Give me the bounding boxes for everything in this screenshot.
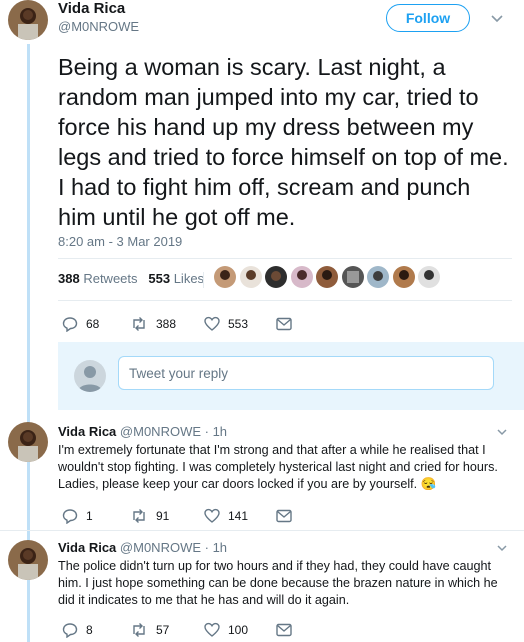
retweet-button[interactable]: 388 xyxy=(130,316,204,332)
reply-actions: 1 91 141 xyxy=(62,508,300,524)
reply-time[interactable]: · 1h xyxy=(205,540,227,555)
reply-input[interactable]: Tweet your reply xyxy=(118,356,494,390)
reply-actions: 8 57 100 xyxy=(62,622,300,638)
heart-icon xyxy=(204,508,220,523)
tweet-timestamp[interactable]: 8:20 am - 3 Mar 2019 xyxy=(58,234,182,249)
liker-avatar[interactable] xyxy=(290,266,313,288)
liker-avatar[interactable] xyxy=(367,266,389,288)
likes-count[interactable]: 553 xyxy=(148,271,170,286)
tweet-actions: 68 388 553 xyxy=(62,316,300,332)
liker-avatar[interactable] xyxy=(341,266,364,288)
liker-avatar[interactable] xyxy=(392,266,415,288)
avatar[interactable] xyxy=(8,0,48,40)
like-count: 141 xyxy=(228,509,249,523)
author-handle[interactable]: @M0NROWE xyxy=(120,540,201,555)
retweet-count: 91 xyxy=(156,509,170,523)
avatar[interactable] xyxy=(8,422,48,462)
liker-avatar[interactable] xyxy=(316,266,338,288)
reply-count: 68 xyxy=(86,317,100,331)
reply-icon xyxy=(62,317,78,332)
heart-icon xyxy=(204,622,220,637)
author-name[interactable]: Vida Rica xyxy=(58,0,125,18)
dm-button[interactable] xyxy=(276,623,300,637)
liker-avatar[interactable] xyxy=(265,266,287,288)
user-avatar xyxy=(74,360,106,392)
reply-icon xyxy=(62,623,78,638)
liker-avatar[interactable] xyxy=(214,266,236,288)
author-handle[interactable]: @M0NROWE xyxy=(58,19,139,34)
retweet-button[interactable]: 57 xyxy=(130,622,204,638)
reply-time[interactable]: · 1h xyxy=(205,424,227,439)
divider xyxy=(0,530,524,531)
retweet-icon xyxy=(133,317,145,331)
like-count: 100 xyxy=(228,623,249,637)
reply-text: The police didn't turn up for two hours … xyxy=(58,559,498,607)
dm-icon xyxy=(276,623,292,637)
dm-button[interactable] xyxy=(276,317,300,331)
reply-button[interactable]: 8 xyxy=(62,622,130,638)
stats-separator xyxy=(203,272,204,288)
tweet-stats: 388 Retweets 553 Likes xyxy=(58,271,204,286)
dm-icon xyxy=(276,509,292,523)
author-handle[interactable]: @M0NROWE xyxy=(120,424,201,439)
likes-label[interactable]: Likes xyxy=(174,271,204,286)
chevron-down-icon[interactable] xyxy=(486,8,508,35)
reply-header: Vida Rica @M0NROWE · 1h xyxy=(58,540,227,555)
follow-button[interactable]: Follow xyxy=(386,4,470,32)
reply-count: 8 xyxy=(86,623,93,637)
reply-icon xyxy=(62,509,78,524)
reply-button[interactable]: 68 xyxy=(62,316,130,332)
retweet-count: 388 xyxy=(156,317,177,331)
liker-avatar[interactable] xyxy=(239,266,262,288)
dm-icon xyxy=(276,317,292,331)
reply-count: 1 xyxy=(86,509,93,523)
like-button[interactable]: 141 xyxy=(204,508,276,524)
liker-avatar[interactable] xyxy=(418,266,440,288)
reply-button[interactable]: 1 xyxy=(62,508,130,524)
retweet-count: 57 xyxy=(156,623,170,637)
divider xyxy=(58,258,512,259)
reply-text: I'm extremely fortunate that I'm strong … xyxy=(58,443,498,491)
divider xyxy=(58,300,512,301)
reply-header: Vida Rica @M0NROWE · 1h xyxy=(58,424,227,439)
author-name[interactable]: Vida Rica xyxy=(58,540,116,555)
avatar[interactable] xyxy=(8,540,48,580)
like-button[interactable]: 553 xyxy=(204,316,276,332)
retweets-count[interactable]: 388 xyxy=(58,271,80,286)
tweet-text: Being a woman is scary. Last night, a ra… xyxy=(58,54,509,230)
retweet-button[interactable]: 91 xyxy=(130,508,204,524)
like-button[interactable]: 100 xyxy=(204,622,276,638)
like-count: 553 xyxy=(228,317,249,331)
liker-avatars xyxy=(214,266,444,294)
heart-icon xyxy=(204,316,220,331)
retweets-label[interactable]: Retweets xyxy=(83,271,137,286)
retweet-icon xyxy=(133,509,145,523)
retweet-icon xyxy=(133,623,145,637)
dm-button[interactable] xyxy=(276,509,300,523)
reply-composer: Tweet your reply xyxy=(58,342,524,410)
author-name[interactable]: Vida Rica xyxy=(58,424,116,439)
